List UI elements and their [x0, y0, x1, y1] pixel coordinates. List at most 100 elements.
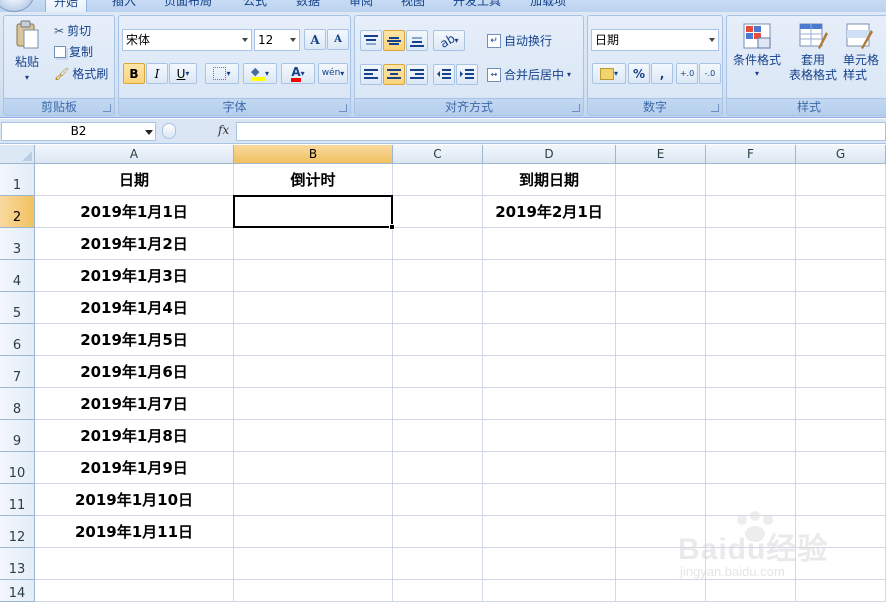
- cell-a7[interactable]: 2019年1月6日: [35, 356, 234, 388]
- font-launcher-icon[interactable]: [339, 104, 347, 112]
- font-color-button[interactable]: A ▾: [281, 63, 315, 84]
- cell-d9[interactable]: [483, 420, 616, 452]
- fill-handle[interactable]: [389, 224, 395, 230]
- row-header-7[interactable]: 7: [0, 356, 35, 388]
- cell-g10[interactable]: [796, 452, 886, 484]
- cell-a8[interactable]: 2019年1月7日: [35, 388, 234, 420]
- cell-d14[interactable]: [483, 580, 616, 602]
- orientation-button[interactable]: ab ▾: [433, 30, 465, 51]
- cell-b5[interactable]: [234, 292, 393, 324]
- cell-d10[interactable]: [483, 452, 616, 484]
- tab-page-layout[interactable]: 页面布局: [164, 0, 212, 12]
- row-header-9[interactable]: 9: [0, 420, 35, 452]
- shrink-font-button[interactable]: A: [327, 29, 349, 50]
- cell-d3[interactable]: [483, 228, 616, 260]
- row-header-11[interactable]: 11: [0, 484, 35, 516]
- formula-input[interactable]: [236, 122, 886, 141]
- fill-color-button[interactable]: ◆ ▾: [243, 63, 277, 84]
- row-header-8[interactable]: 8: [0, 388, 35, 420]
- cell-c6[interactable]: [393, 324, 483, 356]
- cell-c11[interactable]: [393, 484, 483, 516]
- column-header-c[interactable]: C: [393, 145, 483, 164]
- cell-a9[interactable]: 2019年1月8日: [35, 420, 234, 452]
- tab-review[interactable]: 审阅: [349, 0, 373, 12]
- cell-g6[interactable]: [796, 324, 886, 356]
- cell-f3[interactable]: [706, 228, 796, 260]
- cell-d8[interactable]: [483, 388, 616, 420]
- number-launcher-icon[interactable]: [711, 104, 719, 112]
- cell-b2[interactable]: [233, 195, 393, 228]
- cell-g5[interactable]: [796, 292, 886, 324]
- cell-f2[interactable]: [706, 196, 796, 228]
- copy-button[interactable]: 复制: [54, 43, 93, 60]
- row-header-14[interactable]: 14: [0, 580, 35, 602]
- cut-button[interactable]: ✂ 剪切: [54, 22, 91, 39]
- column-header-e[interactable]: E: [616, 145, 706, 164]
- cell-g3[interactable]: [796, 228, 886, 260]
- align-right-button[interactable]: [406, 64, 428, 85]
- cell-e2[interactable]: [616, 196, 706, 228]
- row-header-3[interactable]: 3: [0, 228, 35, 260]
- number-format-combo[interactable]: 日期: [591, 29, 719, 51]
- cell-e9[interactable]: [616, 420, 706, 452]
- cell-d11[interactable]: [483, 484, 616, 516]
- row-header-1[interactable]: 1: [0, 164, 35, 196]
- paste-button[interactable]: 粘贴 ▾: [9, 20, 45, 82]
- cell-f10[interactable]: [706, 452, 796, 484]
- cell-a13[interactable]: [35, 548, 234, 580]
- cell-e4[interactable]: [616, 260, 706, 292]
- cell-g9[interactable]: [796, 420, 886, 452]
- cell-f4[interactable]: [706, 260, 796, 292]
- cell-a12[interactable]: 2019年1月11日: [35, 516, 234, 548]
- tab-formulas[interactable]: 公式: [243, 0, 267, 12]
- conditional-format-button[interactable]: 条件格式 ▾: [730, 22, 784, 78]
- cell-g1[interactable]: [796, 164, 886, 196]
- cell-a2[interactable]: 2019年1月1日: [35, 196, 234, 228]
- cell-c4[interactable]: [393, 260, 483, 292]
- cell-b12[interactable]: [234, 516, 393, 548]
- font-name-combo[interactable]: 宋体: [122, 29, 252, 51]
- cell-b10[interactable]: [234, 452, 393, 484]
- cell-a4[interactable]: 2019年1月3日: [35, 260, 234, 292]
- format-as-table-button[interactable]: 套用 表格格式: [785, 22, 841, 83]
- tab-view[interactable]: 视图: [401, 0, 425, 12]
- cell-d5[interactable]: [483, 292, 616, 324]
- clipboard-launcher-icon[interactable]: [103, 104, 111, 112]
- percent-button[interactable]: %: [628, 63, 650, 84]
- cell-f1[interactable]: [706, 164, 796, 196]
- cell-c8[interactable]: [393, 388, 483, 420]
- comma-style-button[interactable]: ,: [651, 63, 673, 84]
- cell-c5[interactable]: [393, 292, 483, 324]
- tab-developer[interactable]: 开发工具: [453, 0, 501, 12]
- cell-a5[interactable]: 2019年1月4日: [35, 292, 234, 324]
- alignment-launcher-icon[interactable]: [572, 104, 580, 112]
- font-size-combo[interactable]: 12: [254, 29, 300, 51]
- column-header-g[interactable]: G: [796, 145, 886, 164]
- tab-insert[interactable]: 插入: [112, 0, 136, 12]
- cell-c3[interactable]: [393, 228, 483, 260]
- cell-b14[interactable]: [234, 580, 393, 602]
- row-header-6[interactable]: 6: [0, 324, 35, 356]
- cell-a11[interactable]: 2019年1月10日: [35, 484, 234, 516]
- cell-b13[interactable]: [234, 548, 393, 580]
- currency-button[interactable]: ▾: [592, 63, 626, 84]
- phonetic-button[interactable]: wén ▾: [318, 63, 348, 84]
- cell-c7[interactable]: [393, 356, 483, 388]
- cell-d1[interactable]: 到期日期: [483, 164, 616, 196]
- cell-a1[interactable]: 日期: [35, 164, 234, 196]
- cell-d6[interactable]: [483, 324, 616, 356]
- row-header-2[interactable]: 2: [0, 196, 35, 228]
- format-painter-button[interactable]: 🖌 格式刷: [54, 65, 108, 82]
- wrap-text-button[interactable]: ↵ 自动换行: [487, 32, 552, 49]
- cell-styles-button[interactable]: 单元格 样式: [843, 22, 886, 83]
- cell-e7[interactable]: [616, 356, 706, 388]
- cell-b1[interactable]: 倒计时: [234, 164, 393, 196]
- cell-c13[interactable]: [393, 548, 483, 580]
- cell-c9[interactable]: [393, 420, 483, 452]
- borders-button[interactable]: ▾: [205, 63, 239, 84]
- cell-f9[interactable]: [706, 420, 796, 452]
- cell-e3[interactable]: [616, 228, 706, 260]
- cell-d12[interactable]: [483, 516, 616, 548]
- align-middle-button[interactable]: [383, 30, 405, 51]
- increase-indent-button[interactable]: [456, 64, 478, 85]
